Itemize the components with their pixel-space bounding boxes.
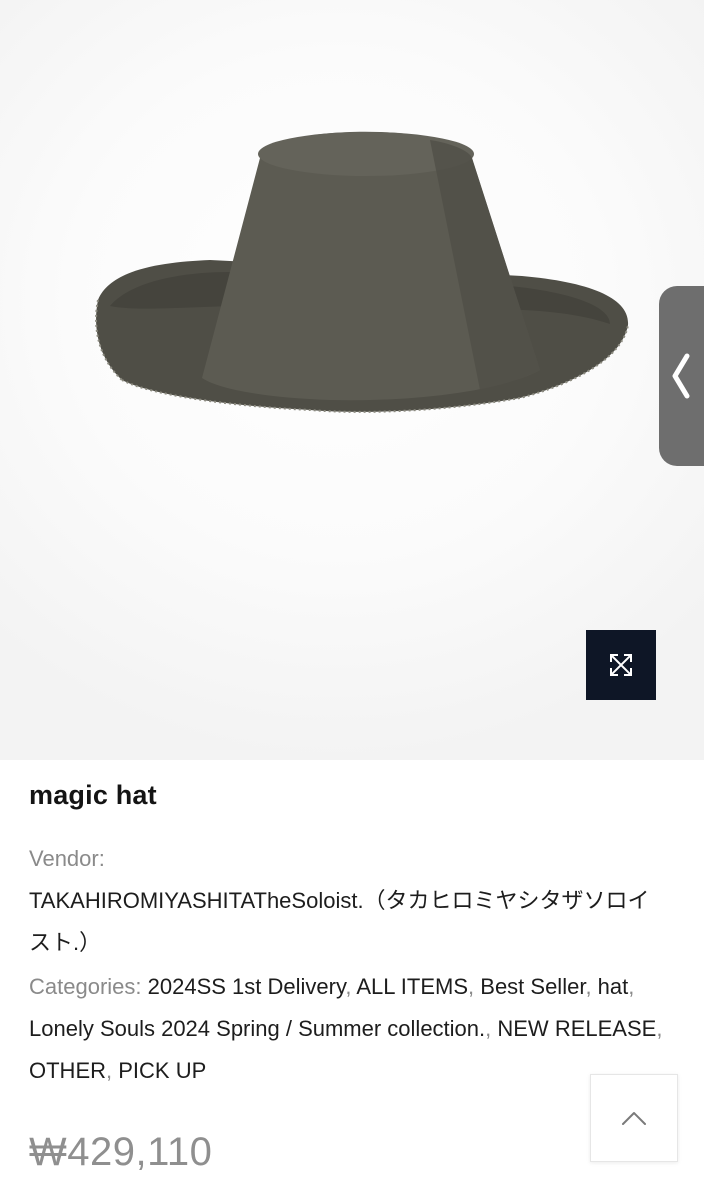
product-title: magic hat xyxy=(29,780,157,810)
category-link[interactable]: 2024SS 1st Delivery xyxy=(148,974,346,999)
categories-info: Categories: 2024SS 1st Delivery, ALL ITE… xyxy=(29,966,669,1092)
back-to-top-button[interactable] xyxy=(590,1074,678,1162)
category-separator: , xyxy=(585,974,598,999)
hat-image xyxy=(95,131,629,413)
category-link[interactable]: OTHER xyxy=(29,1058,106,1083)
categories-label: Categories: xyxy=(29,974,142,999)
category-separator: , xyxy=(485,1016,498,1041)
chevron-left-icon xyxy=(672,353,690,399)
category-link[interactable]: Lonely Souls 2024 Spring / Summer collec… xyxy=(29,1016,485,1041)
category-separator: , xyxy=(106,1058,119,1083)
category-link[interactable]: ALL ITEMS xyxy=(356,974,468,999)
zoom-button[interactable] xyxy=(586,630,656,700)
category-link[interactable]: hat xyxy=(598,974,629,999)
category-link[interactable]: Best Seller xyxy=(480,974,585,999)
product-price: ₩429,110 xyxy=(29,1130,213,1174)
vendor-info: Vendor: TAKAHIROMIYASHITATheSoloist.（タカヒ… xyxy=(29,838,669,964)
chevron-up-icon xyxy=(622,1112,646,1125)
side-panel-tab[interactable] xyxy=(659,286,704,466)
vendor-link[interactable]: TAKAHIROMIYASHITATheSoloist.（タカヒロミヤシタザソロ… xyxy=(29,888,650,955)
expand-arrows-icon xyxy=(610,654,632,676)
category-link[interactable]: PICK UP xyxy=(118,1058,206,1083)
vendor-label: Vendor: xyxy=(29,846,105,871)
product-image[interactable] xyxy=(0,0,704,760)
category-separator: , xyxy=(468,974,481,999)
category-link[interactable]: NEW RELEASE xyxy=(497,1016,656,1041)
category-separator: , xyxy=(656,1016,663,1041)
product-page: magic hat Vendor: TAKAHIROMIYASHITATheSo… xyxy=(0,0,704,1200)
category-separator: , xyxy=(345,974,357,999)
category-separator: , xyxy=(628,974,635,999)
